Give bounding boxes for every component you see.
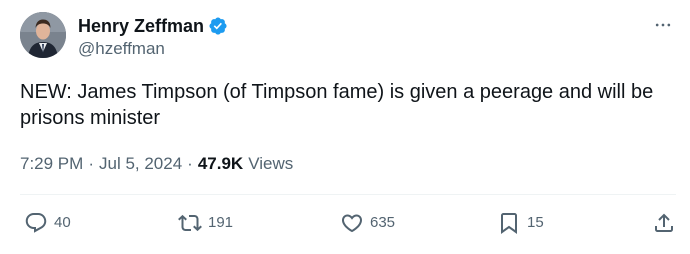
tweet-time[interactable]: 7:29 PM xyxy=(20,153,83,175)
reply-icon xyxy=(25,213,47,233)
verified-badge-icon[interactable] xyxy=(208,16,228,36)
tweet-meta: 7:29 PM · Jul 5, 2024 · 47.9K Views xyxy=(20,153,293,175)
share-button[interactable] xyxy=(652,208,676,238)
bookmark-icon xyxy=(501,213,517,234)
like-button[interactable]: 635 xyxy=(340,208,395,238)
share-icon xyxy=(655,213,673,232)
avatar[interactable] xyxy=(20,12,66,58)
like-icon xyxy=(341,214,363,233)
bookmark-button[interactable]: 15 xyxy=(497,208,544,238)
meta-separator: · xyxy=(187,154,193,173)
avatar-photo xyxy=(20,12,66,58)
reply-count: 40 xyxy=(54,214,71,231)
views-count[interactable]: 47.9K xyxy=(198,153,243,175)
author-display-name[interactable]: Henry Zeffman xyxy=(78,15,204,37)
repost-count: 191 xyxy=(208,214,234,231)
action-bar: 40 191 635 15 xyxy=(24,208,676,238)
tweet-date[interactable]: Jul 5, 2024 xyxy=(99,153,182,175)
more-icon[interactable] xyxy=(650,12,676,38)
divider xyxy=(20,194,676,195)
tweet-text: NEW: James Timpson (of Timpson fame) is … xyxy=(20,81,654,129)
repost-button[interactable]: 191 xyxy=(178,208,233,238)
views-label[interactable]: Views xyxy=(248,153,293,175)
meta-separator: · xyxy=(88,154,94,173)
author-handle[interactable]: @hzeffman xyxy=(78,38,228,60)
bookmark-count: 15 xyxy=(527,214,544,231)
name-row: Henry Zeffman xyxy=(78,15,228,37)
repost-icon xyxy=(178,214,202,232)
reply-button[interactable]: 40 xyxy=(24,208,71,238)
like-count: 635 xyxy=(370,214,396,231)
author-block: Henry Zeffman @hzeffman xyxy=(78,15,228,60)
tweet-header: Henry Zeffman @hzeffman xyxy=(20,12,676,72)
